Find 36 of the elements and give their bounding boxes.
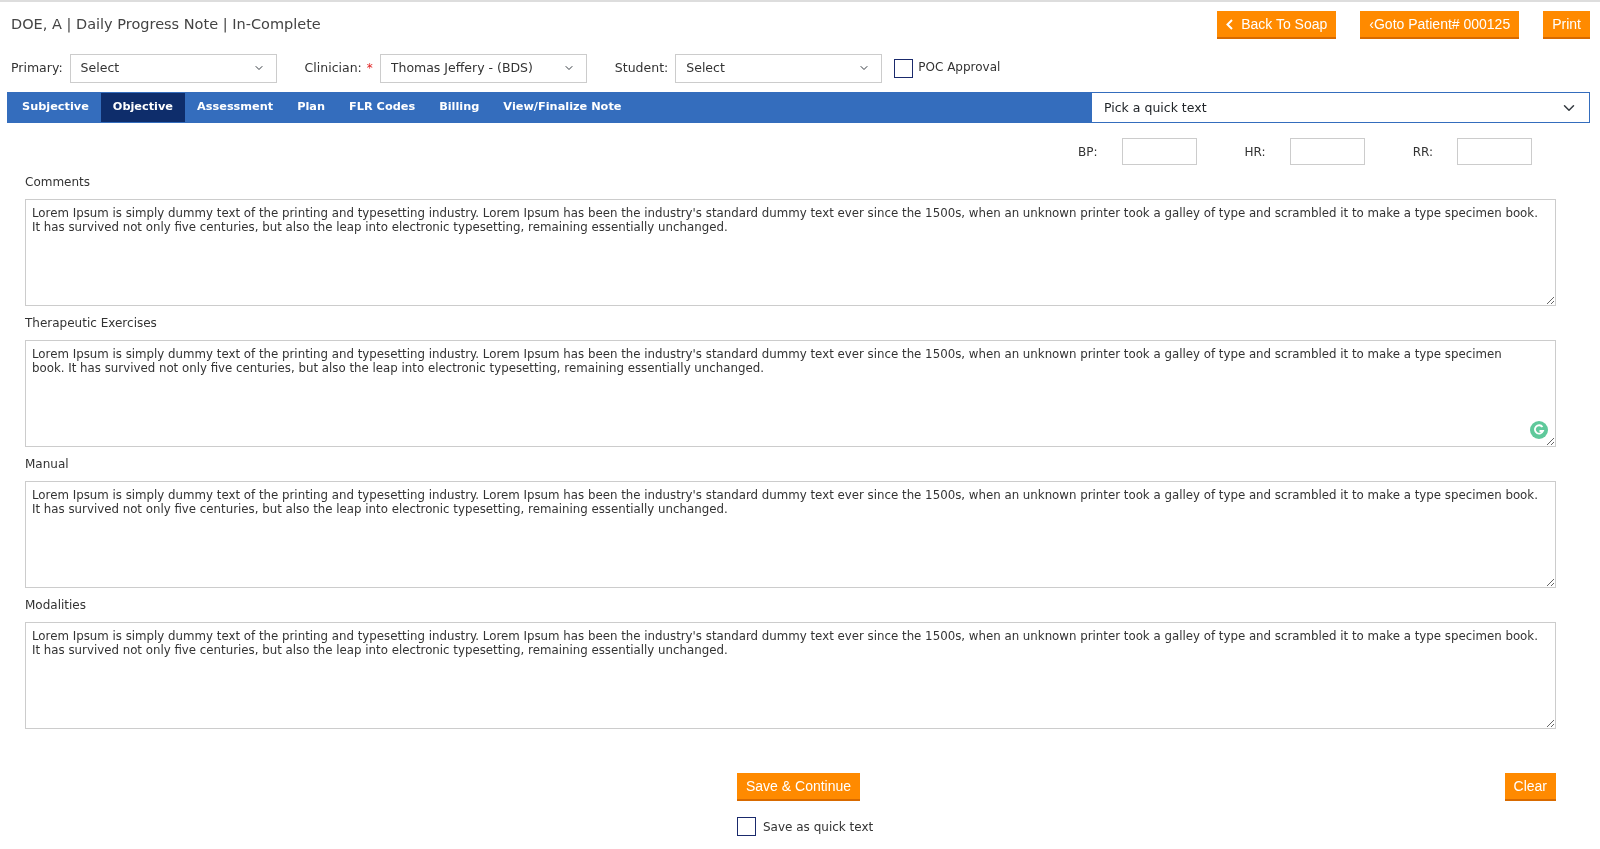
checkbox[interactable] (894, 58, 914, 78)
tab[interactable]: Plan (285, 93, 338, 122)
circle-badge-icon[interactable] (1530, 421, 1548, 439)
tab[interactable]: Subjective (10, 93, 101, 122)
notes-textarea[interactable]: Lorem Ipsum is simply dummy text of the printing and typesetting industry. Lorem Ipsum has been the industry's standard dummy text ever since the 1500s, when an unknown printer took a galley of type and scrambled it to make a type specimen book. It has survived not only five centuries, but also the leap into electronic typesetting, remaining essentially unchanged. (25, 340, 1556, 447)
required-asterisk: * (366, 60, 373, 77)
tab[interactable]: Assessment (185, 93, 286, 122)
checkbox[interactable] (737, 817, 756, 837)
vital-input-field[interactable] (1121, 138, 1197, 165)
section-label: Comments (25, 174, 92, 191)
vital-label: RR: (1412, 143, 1433, 161)
chevron-left-icon (1226, 18, 1234, 30)
vital-input-field[interactable] (1457, 138, 1532, 165)
section-label: Manual (25, 456, 70, 473)
dropdown-field[interactable]: Select (69, 53, 277, 83)
tab[interactable]: Objective (100, 93, 186, 122)
notes-textarea[interactable]: Lorem Ipsum is simply dummy text of the printing and typesetting industry. Lorem Ipsum has been the industry's standard dummy text ever since the 1500s, when an unknown printer took a galley of type and scrambled it to make a type specimen book. It has survived not only five centuries, but also the leap into electronic typesetting, remaining essentially unchanged. (25, 481, 1556, 588)
field-label: Student: (614, 58, 669, 77)
checkbox-label: POC Approval (918, 58, 1001, 76)
vital-input-field[interactable] (1289, 138, 1365, 165)
section-label: Therapeutic Exercises (25, 315, 158, 332)
field-label: Primary: (11, 58, 63, 77)
notes-textarea[interactable]: Lorem Ipsum is simply dummy text of the printing and typesetting industry. Lorem Ipsum has been the industry's standard dummy text ever since the 1500s, when an unknown printer took a galley of type and scrambled it to make a type specimen book. It has survived not only five centuries, but also the leap into electronic typesetting, remaining essentially unchanged. (25, 622, 1556, 729)
notes-textarea[interactable]: Lorem Ipsum is simply dummy text of the printing and typesetting industry. Lorem Ipsum has been the industry's standard dummy text ever since the 1500s, when an unknown printer took a galley of type and scrambled it to make a type specimen book. It has survived not only five centuries, but also the leap into electronic typesetting, remaining essentially unchanged. (25, 199, 1556, 306)
section-label: Modalities (25, 597, 87, 614)
vital-label: HR: (1244, 143, 1266, 161)
tab[interactable]: View/Finalize Note (491, 93, 634, 122)
tab[interactable]: FLR Codes (337, 93, 428, 122)
page-title: DOE, A | Daily Progress Note | In-Complete (11, 15, 321, 35)
checkbox-label: Save as quick text (763, 818, 874, 836)
vital-label: BP: (1078, 143, 1098, 161)
tab[interactable]: Billing (427, 93, 492, 122)
dropdown-field[interactable]: Select (675, 53, 883, 83)
dropdown-field[interactable]: Thomas Jeffery - (BDS) (379, 53, 587, 83)
quick-text-select[interactable]: Pick a quick text (1092, 93, 1589, 122)
field-label: Clinician: (304, 58, 362, 77)
